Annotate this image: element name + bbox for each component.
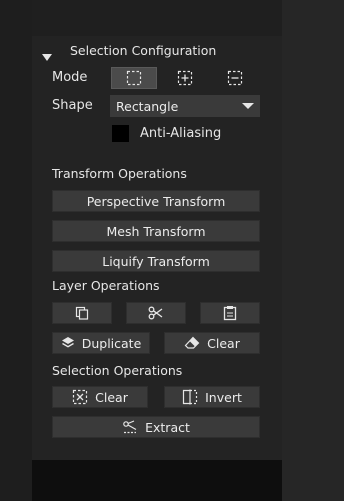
extract-icon xyxy=(123,420,137,434)
transform-operations-title: Transform Operations xyxy=(52,166,187,181)
clipboard-icon xyxy=(223,306,237,321)
section-title[interactable]: Selection Configuration xyxy=(70,43,216,58)
invert-selection-button[interactable]: Invert xyxy=(164,386,260,408)
clear-layer-label: Clear xyxy=(207,335,240,351)
copy-layer-button[interactable] xyxy=(52,302,112,324)
liquify-transform-label: Liquify Transform xyxy=(102,253,210,269)
invert-selection-icon xyxy=(183,389,198,405)
anti-aliasing-label[interactable]: Anti-Aliasing xyxy=(140,126,221,141)
shape-select-value: Rectangle xyxy=(116,98,179,114)
paste-layer-button[interactable] xyxy=(200,302,260,324)
layers-icon xyxy=(61,337,74,348)
liquify-transform-button[interactable]: Liquify Transform xyxy=(52,250,260,272)
duplicate-layer-button[interactable]: Duplicate xyxy=(52,332,150,354)
copy-icon xyxy=(75,306,89,320)
extract-selection-button[interactable]: Extract xyxy=(52,416,260,438)
perspective-transform-label: Perspective Transform xyxy=(86,193,226,209)
mode-add-button[interactable] xyxy=(162,67,208,89)
mode-label: Mode xyxy=(52,70,88,85)
mesh-transform-label: Mesh Transform xyxy=(106,223,206,239)
shape-select[interactable]: Rectangle xyxy=(110,95,260,117)
right-gutter xyxy=(282,0,344,501)
clear-selection-icon xyxy=(73,389,88,405)
clear-selection-label: Clear xyxy=(95,389,128,405)
marquee-subtract-icon xyxy=(227,70,243,86)
left-gutter xyxy=(0,0,32,501)
extract-label: Extract xyxy=(145,419,190,435)
perspective-transform-button[interactable]: Perspective Transform xyxy=(52,190,260,212)
mode-subtract-button[interactable] xyxy=(212,67,258,89)
layer-operations-title: Layer Operations xyxy=(52,278,160,293)
anti-aliasing-checkbox[interactable] xyxy=(112,125,129,142)
collapse-triangle-icon[interactable] xyxy=(42,47,52,66)
clear-selection-button[interactable]: Clear xyxy=(52,386,148,408)
duplicate-label: Duplicate xyxy=(81,335,142,351)
marquee-add-icon xyxy=(177,70,193,86)
clear-layer-button[interactable]: Clear xyxy=(164,332,260,354)
top-strip xyxy=(32,0,282,37)
shape-label: Shape xyxy=(52,98,93,113)
cut-layer-button[interactable] xyxy=(126,302,186,324)
chevron-down-icon xyxy=(242,103,254,109)
invert-selection-label: Invert xyxy=(205,389,242,405)
marquee-replace-icon xyxy=(126,70,142,86)
bottom-strip xyxy=(32,460,282,501)
mode-replace-button[interactable] xyxy=(111,67,157,89)
mesh-transform-button[interactable]: Mesh Transform xyxy=(52,220,260,242)
scissors-icon xyxy=(148,306,163,320)
selection-operations-title: Selection Operations xyxy=(52,363,183,378)
eraser-icon xyxy=(184,336,200,349)
